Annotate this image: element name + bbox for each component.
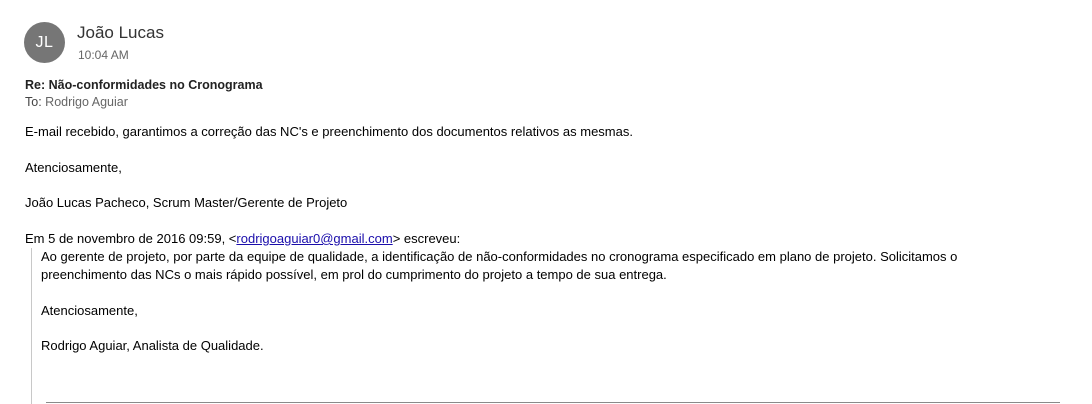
sender-email-link[interactable]: rodrigoaguiar0@gmail.com [236, 231, 392, 246]
divider [46, 402, 1060, 403]
quoted-line: preenchimento das NCs o mais rápido poss… [41, 267, 667, 282]
body-signature: João Lucas Pacheco, Scrum Master/Gerente… [25, 195, 348, 210]
email-reading-pane: JL João Lucas 10:04 AM Re: Não-conformid… [0, 0, 1092, 404]
body-closing: Atenciosamente, [25, 160, 122, 175]
quote-header: Em 5 de novembro de 2016 09:59, <rodrigo… [25, 231, 460, 246]
avatar-initials: JL [35, 33, 54, 51]
quoted-signature: Rodrigo Aguiar, Analista de Qualidade. [41, 338, 264, 353]
sender-name[interactable]: João Lucas [77, 23, 164, 43]
sent-time: 10:04 AM [78, 48, 129, 62]
recipient-name[interactable]: Rodrigo Aguiar [45, 95, 128, 109]
avatar[interactable]: JL [24, 22, 65, 63]
email-subject: Re: Não-conformidades no Cronograma [25, 78, 263, 92]
to-label: To: [25, 95, 42, 109]
recipient-line: To: Rodrigo Aguiar [25, 95, 128, 109]
quote-header-suffix: > escreveu: [392, 231, 461, 246]
quoted-closing: Atenciosamente, [41, 303, 138, 318]
body-line: E-mail recebido, garantimos a correção d… [25, 124, 633, 139]
quoted-line: Ao gerente de projeto, por parte da equi… [41, 249, 958, 264]
quote-header-prefix: Em 5 de novembro de 2016 09:59, < [25, 231, 237, 246]
quoted-message: Ao gerente de projeto, por parte da equi… [31, 248, 1071, 404]
